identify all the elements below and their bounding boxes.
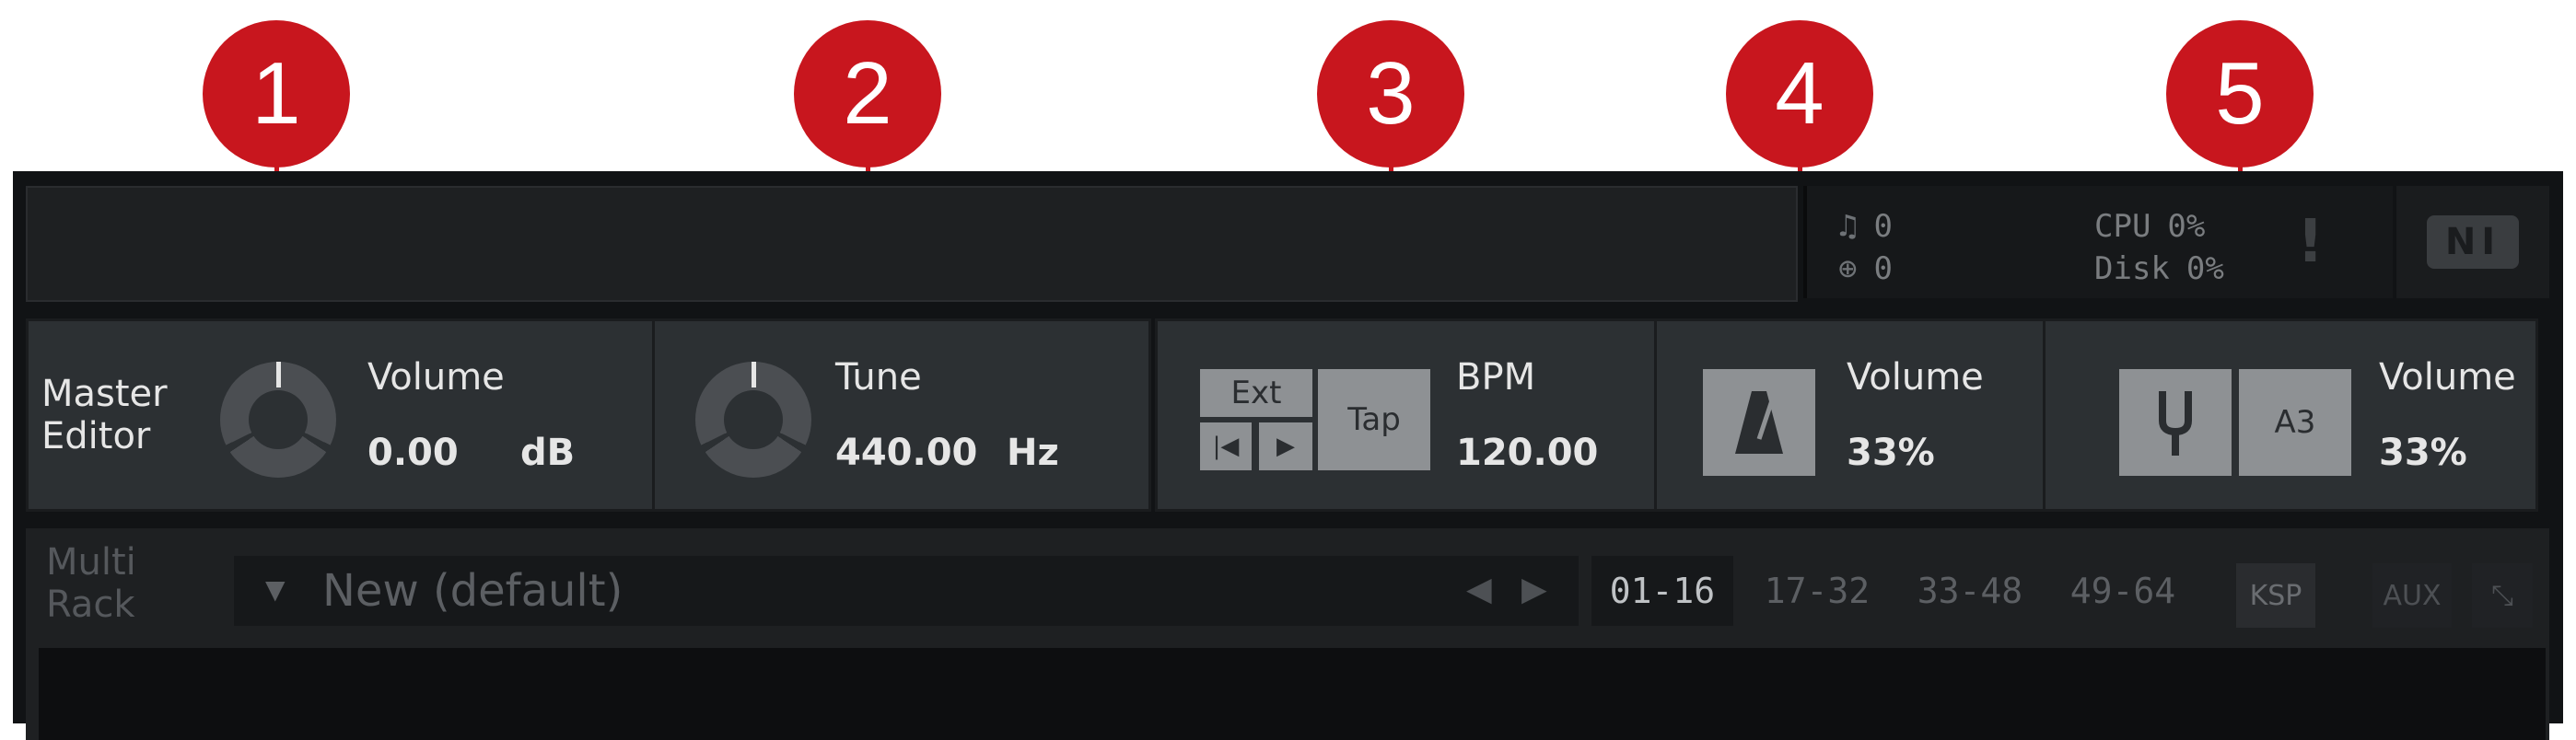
tune-label: Tune <box>835 356 922 399</box>
master-volume-knob[interactable] <box>220 362 336 478</box>
previous-multi-icon[interactable]: ◀ <box>1466 571 1492 608</box>
multi-preset-name: New (default) <box>322 565 624 617</box>
page-01-16-button[interactable]: 01-16 <box>1591 556 1733 626</box>
tempo-panel: Ext |◀ ▶ Tap BPM 120.00 <box>1155 318 1665 512</box>
master-volume-label: Volume <box>367 356 505 399</box>
tune-unit: Hz <box>1007 432 1059 474</box>
memory-icon: ⊕ <box>1838 250 1858 287</box>
reference-volume-value[interactable]: 33% <box>2379 432 2467 474</box>
master-volume-unit: dB <box>520 432 576 474</box>
collapse-icon[interactable]: ⤡ <box>2472 563 2533 628</box>
callout-3: 3 <box>1317 20 1464 168</box>
tap-tempo-button[interactable]: Tap <box>1318 369 1430 470</box>
rack-area <box>39 648 2546 740</box>
master-editor-title-line2: Editor <box>41 415 151 457</box>
kontakt-window: ♫ 0 ⊕ 0 CPU 0% Disk 0% ! NI Master Edito… <box>13 171 2563 740</box>
disk-value: 0% <box>2186 250 2224 287</box>
master-tune-knob[interactable] <box>695 362 811 478</box>
ni-logo-mark: NI <box>2427 215 2519 269</box>
reference-note-field[interactable]: A3 <box>2239 369 2351 476</box>
ni-logo[interactable]: NI <box>2396 186 2549 298</box>
metronome-button[interactable] <box>1703 369 1815 476</box>
tempo-reset-button[interactable]: |◀ <box>1200 422 1252 470</box>
metronome-volume-value[interactable]: 33% <box>1847 432 1935 474</box>
bpm-label: BPM <box>1456 356 1536 399</box>
memory-value: 0 <box>1873 250 1893 287</box>
page-33-48-button[interactable]: 33-48 <box>1901 556 2039 626</box>
callout-1: 1 <box>203 20 350 168</box>
tempo-play-button[interactable]: ▶ <box>1259 422 1312 470</box>
callout-4: 4 <box>1726 20 1873 168</box>
multi-preset-selector[interactable]: ▼ New (default) ◀ ▶ <box>234 556 1579 626</box>
aux-button[interactable]: AUX <box>2372 563 2452 628</box>
warning-icon[interactable]: ! <box>2297 208 2325 276</box>
voices-count: 0 <box>1873 208 1893 245</box>
tuning-fork-icon <box>2159 391 2192 456</box>
master-volume-value[interactable]: 0.00 <box>367 432 459 474</box>
bpm-value[interactable]: 120.00 <box>1456 432 1598 474</box>
metronome-volume-label: Volume <box>1847 356 1984 399</box>
master-tune-panel: Tune 440.00 Hz <box>652 318 1151 512</box>
page-17-32-button[interactable]: 17-32 <box>1748 556 1886 626</box>
multi-rack: Multi Rack ▼ New (default) ◀ ▶ 01-16 17-… <box>26 528 2549 740</box>
multi-rack-title-line1: Multi <box>46 541 136 584</box>
multi-rack-title: Multi Rack <box>46 541 136 626</box>
master-editor-title-line1: Master <box>41 373 168 415</box>
page-49-64-button[interactable]: 49-64 <box>2054 556 2192 626</box>
top-bar <box>26 186 1798 302</box>
cpu-value: 0% <box>2167 208 2206 245</box>
disk-label: Disk <box>2094 250 2170 287</box>
next-multi-icon[interactable]: ▶ <box>1521 571 1547 608</box>
reference-tone-panel: A3 Volume 33% <box>2043 318 2538 512</box>
ksp-button[interactable]: KSP <box>2236 563 2315 628</box>
cpu-label: CPU <box>2094 208 2151 245</box>
reference-tone-button[interactable] <box>2119 369 2232 476</box>
metronome-icon <box>1735 391 1783 454</box>
callout-2: 2 <box>794 20 941 168</box>
reference-volume-label: Volume <box>2379 356 2516 399</box>
multi-rack-title-line2: Rack <box>46 584 135 626</box>
external-sync-button[interactable]: Ext <box>1200 369 1312 417</box>
master-volume-panel: Master Editor Volume 0.00 dB <box>26 318 663 512</box>
dropdown-arrow-icon[interactable]: ▼ <box>265 574 286 605</box>
midi-note-icon: ♫ <box>1838 208 1858 245</box>
metronome-panel: Volume 33% <box>1654 318 2052 512</box>
callout-5: 5 <box>2166 20 2314 168</box>
tune-value[interactable]: 440.00 <box>835 432 977 474</box>
